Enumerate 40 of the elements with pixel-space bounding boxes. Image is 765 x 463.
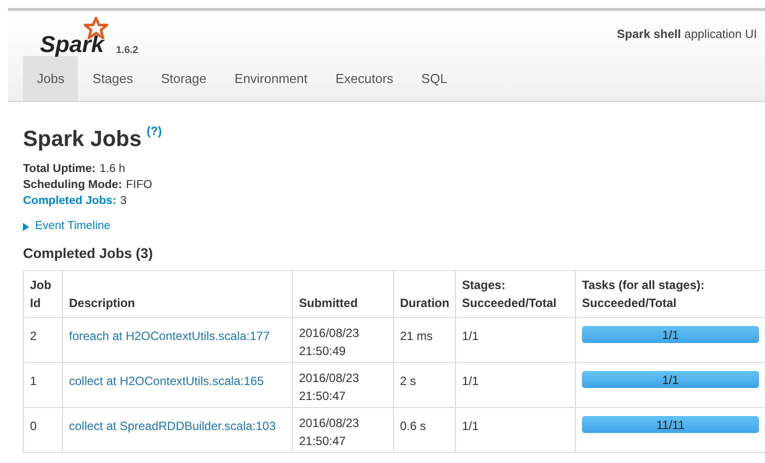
table-cell: 2016/08/23 21:50:47 — [292, 362, 394, 408]
version-label: 1.6.2 — [116, 44, 138, 58]
progress-text: 11/11 — [655, 416, 686, 434]
table-cell: 2 — [24, 318, 62, 363]
nav-tab[interactable]: Executors — [321, 56, 408, 101]
nav-tab[interactable]: Storage — [146, 56, 220, 101]
column-header: Submitted — [292, 270, 394, 318]
nav-tab[interactable]: SQL — [407, 56, 462, 101]
table-cell: 1 — [24, 362, 62, 408]
table-cell: 2016/08/23 21:50:49 — [292, 318, 394, 363]
column-header: Duration — [394, 270, 456, 318]
summary-label: Total Uptime: — [23, 162, 96, 177]
table-cell: 1/1 — [456, 318, 576, 363]
summary-value: 3 — [120, 194, 127, 209]
summary-value: FIFO — [126, 178, 152, 193]
column-header: Stages: Succeeded/Total — [456, 270, 576, 318]
nav-tab[interactable]: Environment — [220, 56, 322, 101]
table-cell: 1/1 — [456, 408, 576, 453]
table-cell: 1/1 — [456, 362, 576, 408]
help-link[interactable]: (?) — [146, 122, 162, 140]
column-header: Job Id — [24, 270, 62, 318]
table-cell: 0.6 s — [394, 408, 456, 453]
progress-text: 1/1 — [661, 372, 680, 388]
table-cell: 2016/08/23 21:50:47 — [292, 408, 394, 453]
nav-tab[interactable]: Stages — [78, 56, 147, 101]
table-cell: 0 — [24, 408, 62, 453]
summary-link[interactable]: Completed Jobs: — [23, 193, 116, 209]
summary-label: Scheduling Mode: — [23, 178, 122, 193]
column-header: Description — [62, 270, 292, 318]
logo: Spark — [40, 33, 104, 56]
app-title: Spark shell application UI — [616, 26, 757, 43]
table-cell: 2 s — [394, 362, 456, 408]
table-cell: 21 ms — [394, 318, 456, 363]
section-title: Completed Jobs (3) — [23, 244, 154, 264]
page-title: Spark Jobs — [23, 125, 142, 153]
nav-tab[interactable]: Jobs — [23, 56, 78, 101]
progress-text: 1/1 — [661, 326, 680, 344]
column-header: Tasks (for all stages): Succeeded/Total — [576, 270, 765, 318]
timeline-link[interactable]: Event Timeline — [35, 218, 110, 236]
summary-value: 1.6 h — [100, 162, 126, 177]
